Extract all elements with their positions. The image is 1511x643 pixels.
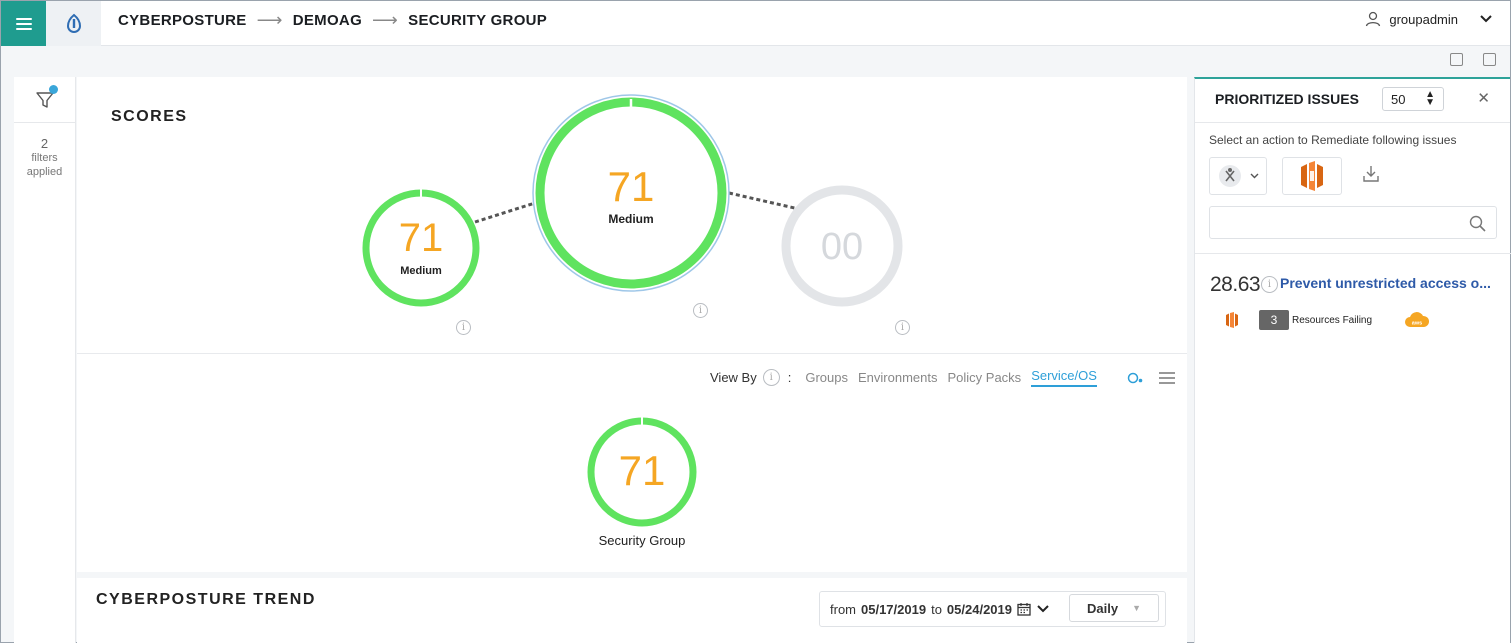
page-size-value: 50 — [1391, 91, 1406, 107]
info-icon[interactable]: i — [1261, 276, 1278, 293]
score-label: Medium — [400, 265, 442, 277]
score-label: Medium — [608, 212, 653, 226]
divider — [1195, 253, 1511, 254]
filter-button[interactable] — [14, 77, 75, 123]
filters-applied-label: 2 filters applied — [26, 136, 63, 179]
restore-window-icon[interactable] — [1450, 53, 1463, 66]
breadcrumb: CYBERPOSTURE ⟶ DEMOAG ⟶ SECURITY GROUP — [118, 1, 547, 39]
hamburger-menu-button[interactable] — [1, 1, 46, 46]
remediation-icon — [1218, 165, 1241, 187]
issue-title-link[interactable]: Prevent unrestricted access o... — [1280, 275, 1500, 291]
list-view-icon[interactable] — [1158, 371, 1175, 384]
main-panel: SCORES 71 Medium 71 Medium 00 i i i View… — [77, 77, 1187, 643]
granularity-value: Daily — [1087, 600, 1119, 616]
issue-search-box[interactable] — [1209, 206, 1497, 239]
arrow-right-icon: ⟶ — [256, 9, 283, 30]
calendar-icon[interactable] — [1017, 602, 1031, 616]
breadcrumb-item-security-group: SECURITY GROUP — [408, 11, 548, 29]
score-connector — [728, 191, 800, 211]
remediate-hint: Select an action to Remediate following … — [1209, 133, 1457, 147]
aws-service-button[interactable] — [1282, 157, 1342, 195]
page-size-select[interactable]: 50 ▲ ▼ — [1382, 87, 1444, 111]
scores-diagram: 71 Medium 71 Medium 00 — [362, 94, 903, 307]
close-icon[interactable]: ✕ — [1477, 89, 1490, 107]
user-icon — [1366, 11, 1381, 27]
view-by-environments[interactable]: Environments — [858, 370, 937, 385]
divider — [77, 353, 1187, 354]
issue-meta: 3 Resources Failing aws — [1225, 310, 1430, 330]
view-by-policy-packs[interactable]: Policy Packs — [947, 370, 1021, 385]
score-connector — [474, 201, 536, 224]
filter-sidebar: 2 filters applied — [14, 77, 76, 643]
service-score-label: Security Group — [598, 533, 686, 548]
updown-icon: ▲ ▼ — [1425, 89, 1435, 108]
to-label: to — [931, 601, 942, 617]
chevron-down-icon — [1480, 15, 1492, 23]
breadcrumb-item-cyberposture[interactable]: CYBERPOSTURE — [118, 12, 247, 29]
prioritized-issues-panel: PRIORITIZED ISSUES 50 ▲ ▼ ✕ Select an act… — [1194, 77, 1511, 643]
trend-section: CYBERPOSTURE TREND from 05/17/2019 to 05… — [77, 572, 1187, 643]
granularity-select[interactable]: Daily ▼ — [1069, 594, 1159, 622]
info-icon[interactable]: i — [456, 320, 471, 335]
trend-title: CYBERPOSTURE TREND — [96, 591, 316, 608]
view-by-service-os[interactable]: Service/OS — [1031, 368, 1097, 387]
user-menu[interactable]: groupadmin — [1365, 1, 1492, 37]
resources-count-badge: 3 — [1259, 310, 1289, 330]
remediation-action-select[interactable] — [1209, 157, 1267, 195]
window-controls — [1450, 53, 1496, 66]
view-by-label: View By — [710, 370, 757, 385]
resources-failing-label: Resources Failing — [1292, 314, 1373, 326]
arrow-right-icon: ⟶ — [372, 9, 399, 30]
caret-down-icon: ▼ — [1132, 603, 1141, 613]
date-range-picker[interactable]: from 05/17/2019 to 05/24/2019 Daily ▼ — [819, 591, 1166, 627]
score-value: 71 — [608, 163, 655, 210]
aws-service-icon — [1226, 312, 1238, 328]
score-value: 00 — [821, 226, 863, 268]
app-logo-icon[interactable] — [46, 1, 101, 46]
aws-service-icon — [1301, 161, 1323, 191]
service-score-value: 71 — [619, 447, 666, 494]
chevron-down-icon — [1250, 173, 1258, 179]
download-icon[interactable] — [1361, 164, 1381, 184]
user-name: groupadmin — [1389, 11, 1458, 27]
chevron-down-icon[interactable] — [1037, 605, 1049, 613]
bubble-view-icon[interactable] — [1127, 371, 1149, 385]
score-circle-left[interactable]: 71 Medium — [362, 188, 480, 307]
view-by-groups[interactable]: Groups — [805, 370, 848, 385]
service-score-circle[interactable]: 71 — [577, 412, 707, 542]
search-icon[interactable] — [1469, 215, 1486, 232]
aws-cloud-icon: aws — [1405, 312, 1430, 327]
top-bar: CYBERPOSTURE ⟶ DEMOAG ⟶ SECURITY GROUP g… — [1, 1, 1510, 46]
filter-active-dot — [49, 85, 58, 94]
issue-score: 28.63 — [1210, 273, 1261, 296]
issue-search-input[interactable] — [1210, 207, 1460, 238]
svg-text:aws: aws — [1412, 321, 1422, 327]
info-icon[interactable]: i — [693, 303, 708, 318]
to-date[interactable]: 05/24/2019 — [947, 602, 1012, 617]
panel-header: PRIORITIZED ISSUES 50 ▲ ▼ ✕ — [1195, 79, 1510, 123]
score-circle-center[interactable]: 71 Medium — [532, 94, 730, 292]
score-value: 71 — [399, 216, 444, 260]
info-icon[interactable]: i — [895, 320, 910, 335]
note-icon[interactable] — [1483, 53, 1496, 66]
info-icon[interactable]: i — [762, 369, 780, 386]
from-date[interactable]: 05/17/2019 — [861, 602, 926, 617]
panel-title: PRIORITIZED ISSUES — [1215, 91, 1359, 107]
breadcrumb-item-demoag[interactable]: DEMOAG — [293, 12, 362, 29]
view-by-bar: View By i : Groups Environments Policy P… — [710, 368, 1175, 387]
view-by-separator: : — [787, 370, 792, 385]
score-circle-right[interactable]: 00 — [781, 185, 903, 307]
from-label: from — [830, 601, 856, 617]
